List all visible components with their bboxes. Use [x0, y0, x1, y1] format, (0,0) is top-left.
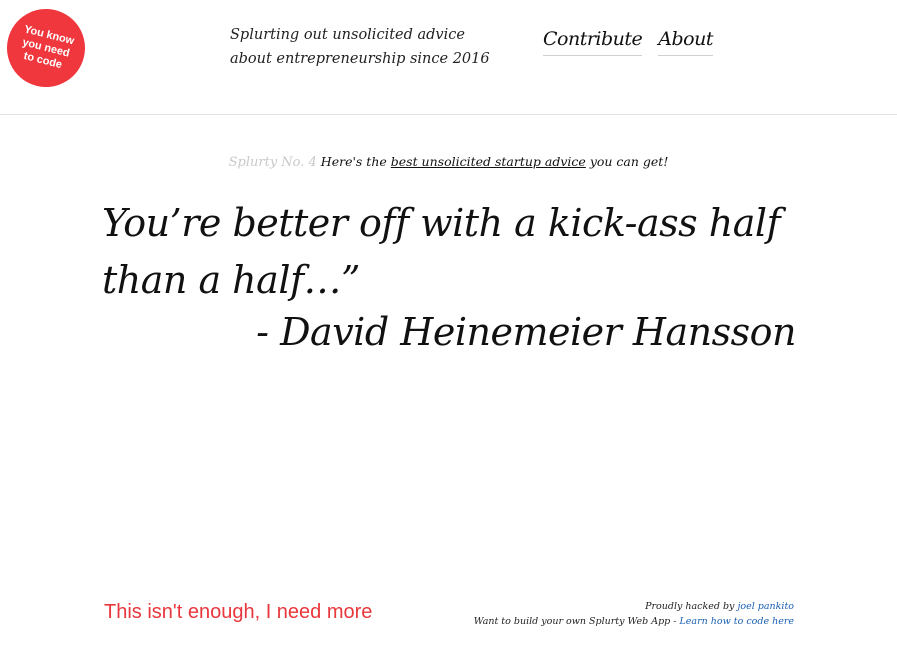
nav-contribute-link[interactable]: Contribute	[543, 28, 643, 56]
quote-author: - David Heinemeier Hansson	[256, 310, 796, 354]
build-line: Want to build your own Splurty Web App -…	[474, 614, 794, 629]
learn-to-code-badge[interactable]: You know you need to code	[0, 0, 94, 96]
build-prefix: Want to build your own Splurty Web App -	[473, 616, 677, 627]
nav-about-link[interactable]: About	[658, 28, 713, 56]
author-link[interactable]: joel pankito	[737, 601, 794, 612]
more-advice-link[interactable]: This isn't enough, I need more	[104, 601, 372, 624]
splurty-number: Splurty No. 4	[228, 155, 317, 170]
quote-intro: Splurty No. 4 Here's the best unsolicite…	[0, 154, 897, 170]
quote-text: You’re better off with a kick-ass half t…	[102, 201, 781, 302]
badge-text: You know you need to code	[21, 22, 76, 71]
credit-line: Proudly hacked by joel pankito	[474, 599, 794, 614]
main-nav: Contribute About	[543, 28, 713, 56]
site-tagline: Splurting out unsolicited advice about e…	[230, 27, 490, 67]
footer-credits: Proudly hacked by joel pankito Want to b…	[474, 599, 794, 629]
intro-prefix: Here's the	[320, 154, 387, 169]
header-divider	[0, 114, 897, 115]
startup-advice-link[interactable]: best unsolicited startup advice	[391, 154, 586, 169]
intro-suffix: you can get!	[589, 154, 669, 169]
credit-prefix: Proudly hacked by	[645, 601, 735, 612]
learn-to-code-link[interactable]: Learn how to code here	[680, 616, 795, 627]
